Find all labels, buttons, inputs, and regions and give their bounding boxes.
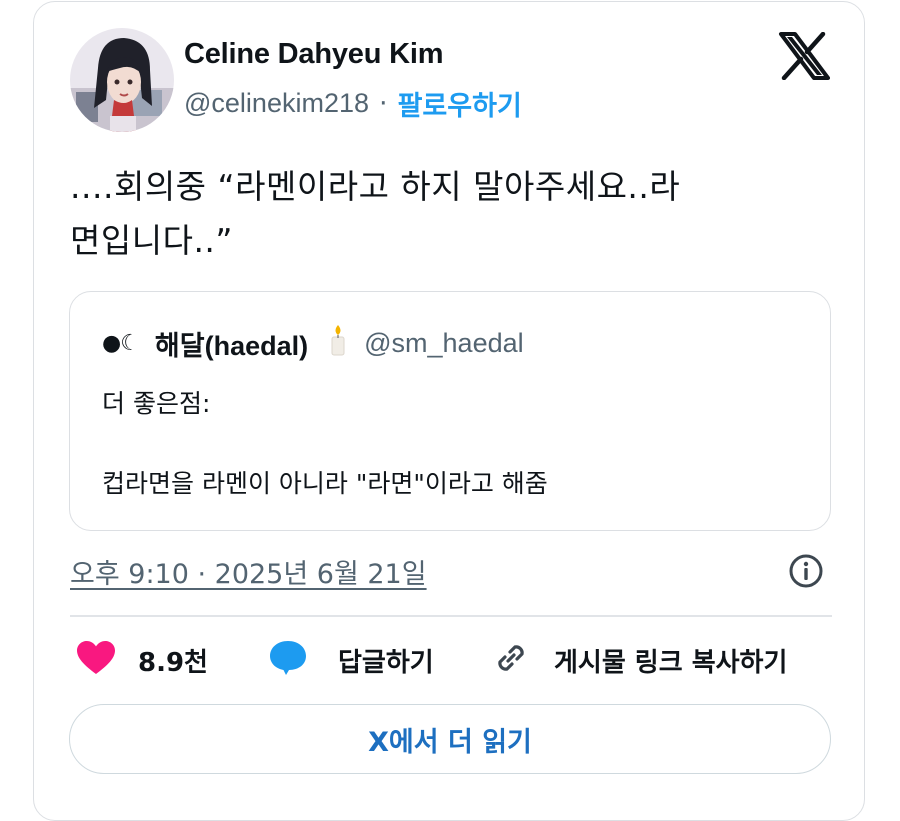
quoted-tweet-header: ●☾ 해달(haedal) @sm_haedal (102, 324, 524, 363)
tweet-text-line: 면입니다..” (70, 221, 234, 260)
like-button[interactable]: 8.9천 (76, 636, 208, 684)
read-more-on-x-button[interactable]: X에서 더 읽기 (69, 704, 831, 774)
author-display-name[interactable]: Celine Dahyeu Kim (184, 38, 443, 71)
follow-button[interactable]: 팔로우하기 (398, 84, 522, 123)
quoted-tweet-text: 컵라면을 라멘이 아니라 "라면"이라고 해줌 (102, 469, 548, 498)
read-more-label: X에서 더 읽기 (368, 726, 532, 758)
quoted-tweet[interactable]: ●☾ 해달(haedal) @sm_haedal 더 좋은점: 컵라면을 라멘이… (69, 291, 831, 531)
tweet-text: ....회의중 “라멘이라고 하지 말아주세요..라 면입니다..” (70, 160, 830, 268)
info-icon[interactable] (788, 553, 824, 589)
copy-link-label: 게시물 링크 복사하기 (554, 647, 788, 678)
quoted-author-handle: @sm_haedal (364, 328, 524, 358)
author-handle[interactable]: @celinekim218 (184, 88, 369, 119)
moon-phase-icon: ●☾ (102, 331, 140, 356)
quoted-author-name: 해달(haedal) (154, 331, 309, 361)
heart-icon (76, 640, 116, 680)
copy-link-button[interactable]: 게시물 링크 복사하기 (492, 636, 787, 684)
x-logo-icon[interactable] (778, 31, 830, 81)
reply-label: 답글하기 (338, 647, 434, 678)
link-icon (492, 639, 530, 681)
like-count: 8.9천 (138, 647, 208, 678)
tweet-actions: 8.9천 답글하기 게시물 링크 복사하기 (70, 636, 832, 684)
candle-icon (326, 324, 350, 363)
handle-separator: · (379, 88, 388, 119)
divider (70, 615, 832, 617)
reply-button[interactable]: 답글하기 (268, 636, 434, 684)
author-avatar[interactable] (70, 28, 174, 132)
author-handle-row: @celinekim218 · 팔로우하기 (184, 84, 522, 123)
tweet-timestamp[interactable]: 오후 9:10 · 2025년 6월 21일 (70, 552, 427, 591)
tweet-text-line: ....회의중 “라멘이라고 하지 말아주세요..라 (70, 167, 681, 206)
avatar-illustration-icon (70, 28, 174, 132)
reply-bubble-icon (268, 639, 308, 681)
quoted-tweet-text: 더 좋은점: (102, 389, 211, 418)
